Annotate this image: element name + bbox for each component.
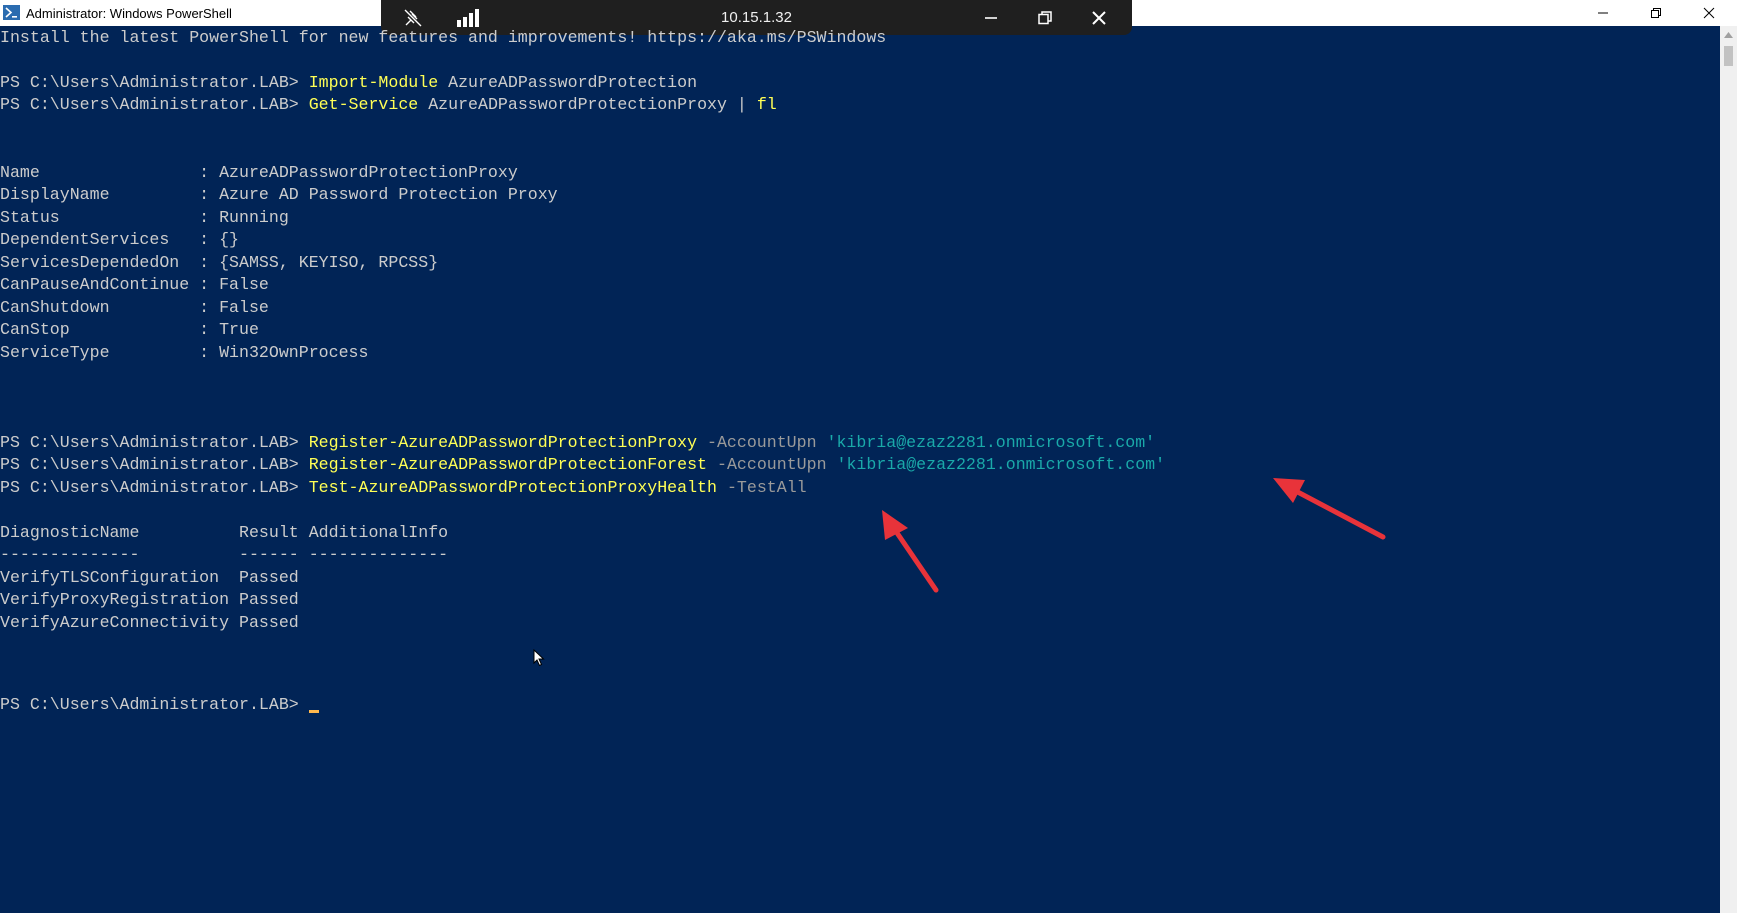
window-title: Administrator: Windows PowerShell [26, 6, 232, 21]
pipe-command: fl [756, 95, 777, 114]
scroll-thumb[interactable] [1724, 46, 1733, 66]
console-output[interactable]: Install the latest PowerShell for new fe… [0, 26, 1720, 913]
remote-host-address: 10.15.1.32 [721, 9, 792, 26]
command-name: Test-AzureADPasswordProtectionProxyHealt… [308, 478, 717, 497]
close-icon [1092, 11, 1106, 25]
diagnostic-table-separator: -------------- ------ -------------- [0, 545, 449, 564]
command-string-value: 'kibria@ezaz2281.onmicrosoft.com' [836, 455, 1166, 474]
service-property-line: CanStop : True [0, 320, 259, 339]
prompt: PS C:\Users\Administrator.LAB> [0, 695, 309, 714]
command-line-get-service: PS C:\Users\Administrator.LAB> Get-Servi… [0, 94, 777, 116]
command-line-import: PS C:\Users\Administrator.LAB> Import-Mo… [0, 72, 697, 94]
restore-icon [1038, 11, 1052, 25]
service-property-line: Name : AzureADPasswordProtectionProxy [0, 163, 518, 182]
prompt: PS C:\Users\Administrator.LAB> [0, 478, 309, 497]
service-property-line: CanShutdown : False [0, 298, 269, 317]
command-line-register-forest: PS C:\Users\Administrator.LAB> Register-… [0, 454, 1165, 476]
close-icon [1703, 7, 1715, 19]
prompt: PS C:\Users\Administrator.LAB> [0, 433, 309, 452]
command-parameter: -AccountUpn [707, 455, 837, 474]
command-name: Get-Service [308, 95, 419, 114]
close-button[interactable] [1683, 0, 1735, 26]
service-property-line: ServiceType : Win32OwnProcess [0, 343, 369, 362]
command-parameter: -TestAll [716, 478, 807, 497]
banner-line: Install the latest PowerShell for new fe… [0, 28, 887, 47]
current-prompt-line[interactable]: PS C:\Users\Administrator.LAB> [0, 694, 319, 716]
command-string-value: 'kibria@ezaz2281.onmicrosoft.com' [826, 433, 1156, 452]
command-name: Register-AzureADPasswordProtectionProxy [308, 433, 698, 452]
chevron-up-icon [1724, 31, 1733, 38]
scroll-up-button[interactable] [1720, 26, 1737, 43]
diagnostic-table-row: VerifyProxyRegistration Passed [0, 590, 299, 609]
diagnostic-table-header: DiagnosticName Result AdditionalInfo [0, 523, 449, 542]
minimize-icon [985, 17, 997, 19]
minimize-icon [1598, 12, 1608, 14]
service-property-line: Status : Running [0, 208, 289, 227]
prompt: PS C:\Users\Administrator.LAB> [0, 73, 309, 92]
diagnostic-table-row: VerifyAzureConnectivity Passed [0, 613, 299, 632]
command-line-test-health: PS C:\Users\Administrator.LAB> Test-Azur… [0, 477, 807, 499]
command-name: Register-AzureADPasswordProtectionForest [308, 455, 708, 474]
command-line-register-proxy: PS C:\Users\Administrator.LAB> Register-… [0, 432, 1155, 454]
command-name: Import-Module [308, 73, 439, 92]
command-args: AzureADPasswordProtection [438, 73, 698, 92]
service-property-line: DependentServices : {} [0, 230, 239, 249]
restore-icon [1651, 8, 1661, 18]
service-property-line: ServicesDependedOn : {SAMSS, KEYISO, RPC… [0, 253, 439, 272]
minimize-button[interactable] [1577, 0, 1629, 26]
prompt: PS C:\Users\Administrator.LAB> [0, 95, 309, 114]
mouse-pointer-icon [533, 649, 545, 667]
service-property-line: CanPauseAndContinue : False [0, 275, 269, 294]
service-property-line: DisplayName : Azure AD Password Protecti… [0, 185, 558, 204]
diagnostic-table-row: VerifyTLSConfiguration Passed [0, 568, 299, 587]
prompt: PS C:\Users\Administrator.LAB> [0, 455, 309, 474]
text-cursor [308, 710, 319, 713]
powershell-icon [3, 5, 20, 20]
command-parameter: -AccountUpn [697, 433, 827, 452]
command-args: AzureADPasswordProtectionProxy | [418, 95, 757, 114]
vertical-scrollbar[interactable] [1720, 26, 1737, 913]
restore-button[interactable] [1630, 0, 1682, 26]
